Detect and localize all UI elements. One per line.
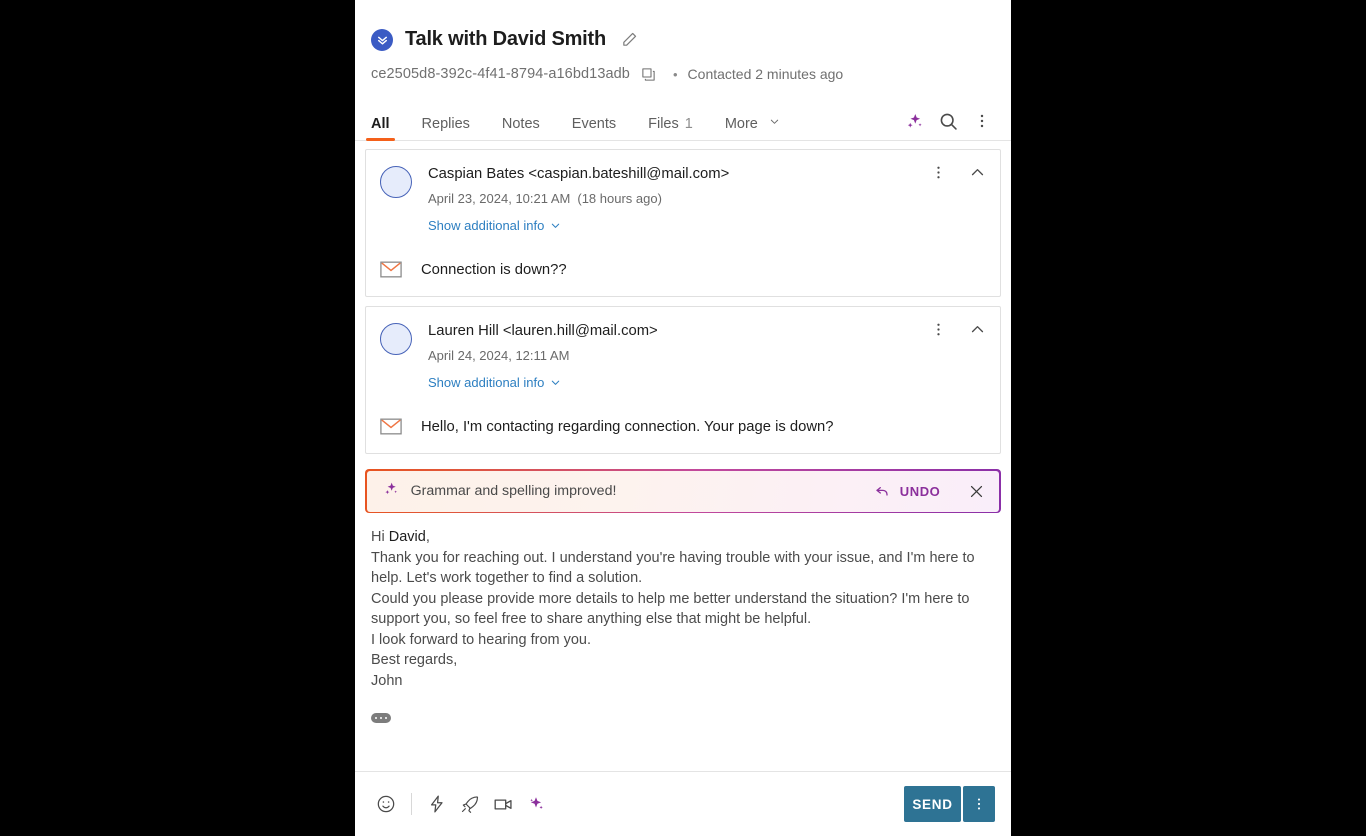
emoji-icon[interactable] [371,789,401,819]
chevron-down-icon [552,380,560,385]
send-button[interactable]: SEND [904,786,961,822]
grammar-banner-text: Grammar and spelling improved! [410,483,617,500]
show-additional-info-toggle[interactable]: Show additional info [428,375,561,390]
send-options-kebab-icon[interactable] [963,786,995,822]
show-additional-info-toggle[interactable]: Show additional info [428,218,561,233]
envelope-icon [380,418,402,435]
conversation-header: Talk with David Smith ce2505d8-392c-4f41… [355,0,1011,85]
tab-files[interactable]: Files 1 [648,115,693,141]
collapse-chevron-up-icon[interactable] [969,164,986,181]
avatar [380,323,412,355]
ai-sparkle-icon[interactable] [521,789,551,819]
rocket-icon[interactable] [455,789,485,819]
screen: Talk with David Smith ce2505d8-392c-4f41… [0,0,1366,836]
kebab-menu-icon[interactable] [930,164,947,181]
message-header: Lauren Hill <lauren.hill@mail.com> April… [380,321,986,392]
envelope-icon [380,261,402,278]
message-text: Connection is down?? [421,261,567,278]
search-icon[interactable] [935,108,961,134]
lightning-icon[interactable] [422,789,452,819]
grammar-banner-inner: Grammar and spelling improved! UNDO [366,470,1000,512]
ellipsis-pill-icon[interactable] [371,713,391,724]
message-header: Caspian Bates <caspian.bateshill@mail.co… [380,164,986,235]
greeting-suffix: , [425,529,430,546]
draft-line: Best regards, [371,652,458,669]
message-timestamp: April 23, 2024, 10:21 AM [428,191,571,206]
chevron-down-icon [769,116,780,131]
message-sender: Caspian Bates <caspian.bateshill@mail.co… [428,166,730,182]
message-relative-time: (18 hours ago) [577,191,662,206]
video-camera-icon[interactable] [488,789,518,819]
message-body: Hello, I'm contacting regarding connecti… [380,418,986,435]
tab-replies-label: Replies [421,115,470,132]
draft-body[interactable]: Hi David, Thank you for reaching out. I … [371,527,995,691]
message-actions [930,164,986,181]
tab-events[interactable]: Events [571,115,617,141]
tab-all-label: All [371,115,390,132]
message-thread: Caspian Bates <caspian.bateshill@mail.co… [355,141,1011,463]
show-additional-info-label: Show additional info [428,375,545,390]
draft-line: I look forward to hearing from you. [371,631,592,648]
show-additional-info-label: Show additional info [428,218,545,233]
conversation-subheader: ce2505d8-392c-4f41-8794-a16bd13adb • Con… [371,63,995,85]
pencil-icon[interactable] [618,29,640,51]
message-body: Connection is down?? [380,261,986,278]
tab-files-count: 1 [684,115,693,132]
ai-sparkle-icon[interactable] [901,108,927,134]
chevron-down-icon [552,223,560,228]
conversation-id: ce2505d8-392c-4f41-8794-a16bd13adb [371,66,630,82]
kebab-menu-icon[interactable] [969,108,995,134]
message-meta: Lauren Hill <lauren.hill@mail.com> April… [428,321,920,392]
undo-button[interactable]: UNDO [875,483,941,499]
undo-arrow-icon [876,487,888,496]
message-meta: Caspian Bates <caspian.bateshill@mail.co… [428,164,920,235]
draft-line: John [371,672,403,689]
dot [379,716,383,720]
tab-files-label: Files [648,115,679,132]
composer-toolbar: SEND [355,771,1011,836]
greeting-prefix: Hi [371,529,389,546]
send-group: SEND [904,786,995,822]
tab-more[interactable]: More [725,116,780,141]
copy-icon[interactable] [639,64,659,84]
undo-label: UNDO [899,483,941,499]
dot [384,716,388,720]
grammar-banner-wrapper: Grammar and spelling improved! UNDO [355,463,1011,514]
draft-line: Thank you for reaching out. I understand… [371,549,975,587]
contacted-status: Contacted 2 minutes ago [687,66,844,82]
draft-greeting: Hi David, [371,527,995,548]
message-card: Caspian Bates <caspian.bateshill@mail.co… [365,149,1001,297]
message-card: Lauren Hill <lauren.hill@mail.com> April… [365,306,1001,454]
separator-dot: • [672,66,678,82]
tab-all[interactable]: All [366,115,394,141]
conversation-panel: Talk with David Smith ce2505d8-392c-4f41… [355,0,1011,836]
tab-events-label: Events [571,115,617,132]
toolbar-tools [371,789,551,819]
tab-more-label: More [724,115,758,132]
page-title: Talk with David Smith [405,28,607,50]
message-date: April 24, 2024, 12:11 AM [428,348,920,364]
message-timestamp: April 24, 2024, 12:11 AM [428,348,570,363]
toolbar-divider [411,793,412,815]
tab-notes-label: Notes [501,115,540,132]
message-actions [930,321,986,338]
tab-bar: All Replies Notes Events Files 1 More [355,101,1011,141]
grammar-banner: Grammar and spelling improved! UNDO [365,469,1001,514]
tab-replies[interactable]: Replies [421,115,470,141]
dot [374,716,378,720]
kebab-menu-icon[interactable] [930,321,947,338]
title-row: Talk with David Smith [371,28,995,51]
tab-notes[interactable]: Notes [501,115,540,141]
collapse-chevron-up-icon[interactable] [969,321,986,338]
avatar [380,166,412,198]
double-chevron-down-icon [371,28,393,51]
composer[interactable]: Hi David, Thank you for reaching out. I … [355,513,1011,771]
recipient-token: David [388,529,426,546]
message-text: Hello, I'm contacting regarding connecti… [421,418,834,435]
message-date: April 23, 2024, 10:21 AM (18 hours ago) [428,191,920,207]
close-icon[interactable] [968,483,985,500]
draft-line: Could you please provide more details to… [371,590,970,628]
ai-sparkle-icon [383,481,399,502]
message-sender: Lauren Hill <lauren.hill@mail.com> [428,323,658,339]
